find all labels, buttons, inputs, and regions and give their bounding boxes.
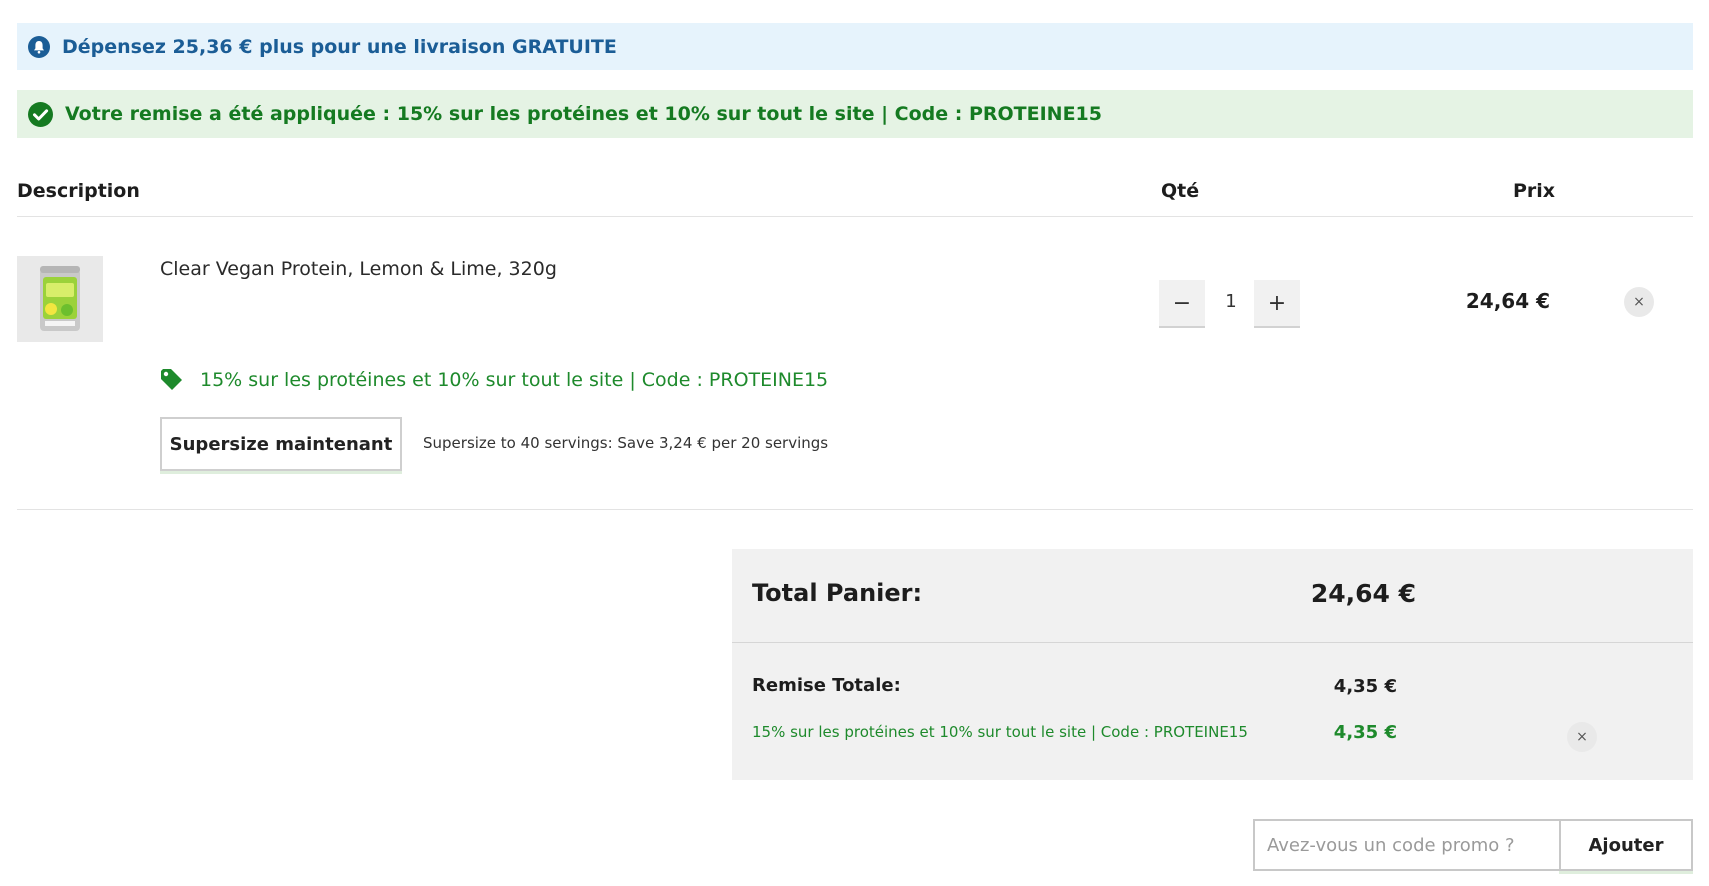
remove-item-button[interactable]: × [1624,287,1654,317]
column-header-qty: Qté [1161,180,1200,202]
supersize-button[interactable]: Supersize maintenant [160,417,402,471]
tag-icon [160,369,184,391]
free-shipping-banner: Dépensez 25,36 € plus pour une livraison… [17,23,1693,70]
check-circle-icon [28,101,53,127]
product-thumbnail[interactable] [17,256,103,342]
supersize-info: Supersize to 40 servings: Save 3,24 € pe… [423,434,829,452]
decrease-qty-button[interactable]: − [1159,280,1205,326]
discount-code-value: 4,35 € [1333,722,1397,743]
quantity-value: 1 [1225,291,1237,312]
discount-code-description: 15% sur les protéines et 10% sur tout le… [752,723,1248,741]
total-discount-value: 4,35 € [1333,676,1397,697]
promo-code-input[interactable] [1253,819,1559,871]
column-header-price: Prix [1513,180,1556,202]
item-promo-text: 15% sur les protéines et 10% sur tout le… [200,369,829,391]
discount-applied-text: Votre remise a été appliquée : 15% sur l… [65,103,1102,125]
increase-qty-button[interactable]: + [1254,280,1300,326]
cart-total-label: Total Panier: [752,579,923,607]
item-divider [17,509,1693,510]
header-divider [17,216,1693,217]
total-discount-label: Remise Totale: [752,675,901,696]
close-icon: × [1576,729,1588,745]
product-name[interactable]: Clear Vegan Protein, Lemon & Lime, 320g [160,258,557,280]
product-image [40,266,80,331]
cart-total-value: 24,64 € [1310,579,1416,608]
discount-applied-banner: Votre remise a été appliquée : 15% sur l… [17,90,1693,138]
item-price: 24,64 € [1465,289,1550,313]
bell-icon [28,35,50,58]
remove-discount-button[interactable]: × [1567,722,1597,752]
column-header-description: Description [17,180,140,202]
item-promo: 15% sur les protéines et 10% sur tout le… [160,369,828,391]
summary-divider [732,642,1693,643]
close-icon: × [1633,294,1645,310]
cart-summary-panel: Total Panier: 24,64 € Remise Totale: 4,3… [732,549,1693,780]
free-shipping-text: Dépensez 25,36 € plus pour une livraison… [62,35,617,58]
apply-promo-button[interactable]: Ajouter [1559,819,1693,871]
